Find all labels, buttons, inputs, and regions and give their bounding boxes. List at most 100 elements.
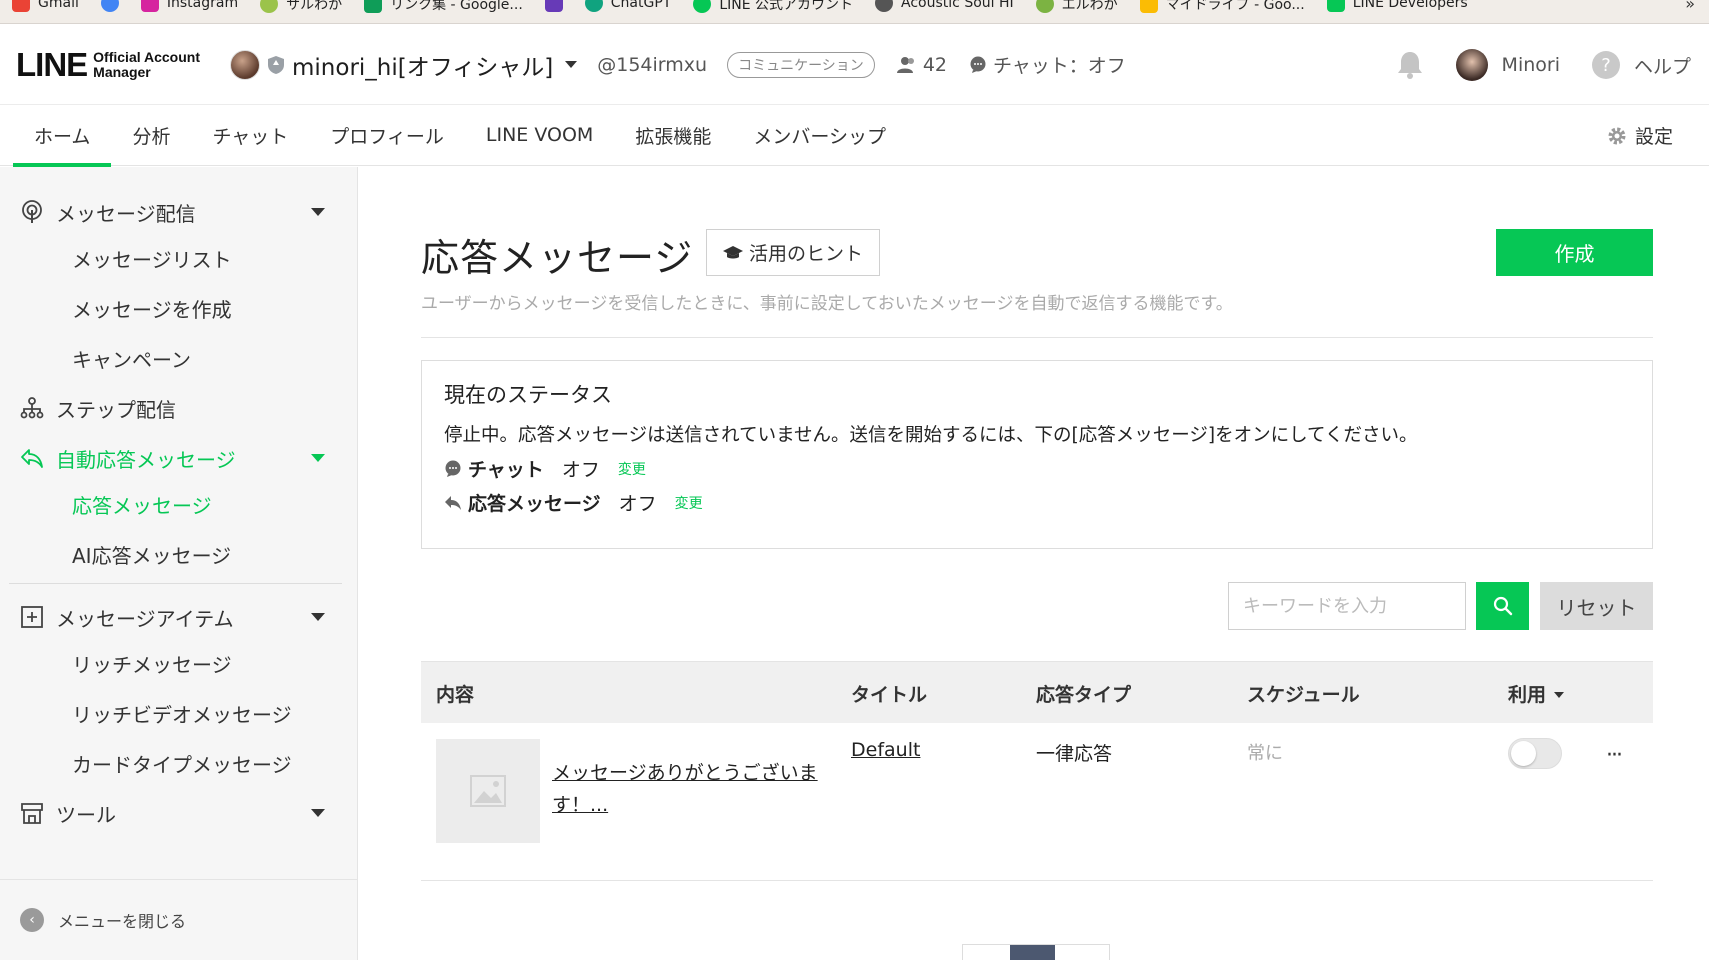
- chat-status: チャット：オフ: [969, 51, 1126, 78]
- hierarchy-icon: [20, 397, 44, 419]
- message-thumbnail[interactable]: [436, 739, 540, 843]
- schedule-value: 常に: [1247, 743, 1283, 764]
- bookmark-eruwaka[interactable]: エルわか: [1024, 0, 1128, 14]
- tab-membership[interactable]: メンバーシップ: [732, 105, 907, 166]
- sidebar-item-create-message[interactable]: メッセージを作成: [72, 283, 232, 333]
- tab-line-voom[interactable]: LINE VOOM: [465, 105, 614, 166]
- google-sites-icon: [364, 0, 383, 13]
- sidebar-item-ai-response[interactable]: AI応答メッセージ: [72, 529, 231, 579]
- app-header: LINE Official Account Manager minori_hi[オ…: [0, 25, 1709, 105]
- sidebar-item-message-list[interactable]: メッセージリスト: [72, 233, 232, 283]
- bell-icon[interactable]: [1396, 50, 1424, 80]
- response-table: 内容 タイトル 応答タイプ スケジュール 利用 メッセージありがとうございます！…: [421, 661, 1653, 881]
- help-icon[interactable]: ?: [1591, 51, 1620, 79]
- enable-toggle[interactable]: [1508, 738, 1562, 769]
- sidebar-item-rich-message[interactable]: リッチメッセージ: [72, 638, 232, 688]
- tab-chat[interactable]: チャット: [191, 105, 309, 166]
- tab-profile[interactable]: プロフィール: [309, 105, 465, 166]
- bookmark-line-oa[interactable]: LINE 公式アカウント: [681, 0, 863, 14]
- status-panel: 現在のステータス 停止中。応答メッセージは送信されていません。送信を開始するには…: [421, 360, 1653, 549]
- chat-bubble-icon: [970, 56, 986, 73]
- graduation-cap-icon: [722, 245, 743, 258]
- bookmark-gmail[interactable]: Gmail: [0, 0, 89, 12]
- search-input[interactable]: [1228, 582, 1466, 630]
- column-enabled[interactable]: 利用: [1508, 662, 1565, 724]
- line-icon: [693, 0, 712, 13]
- sidebar: メッセージ配信 メッセージリスト メッセージを作成 キャンペーン ステップ配信 …: [0, 167, 358, 960]
- chevron-down-icon: [565, 61, 578, 68]
- page-description: ユーザーからメッセージを受信したときに、事前に設定しておいたメッセージを自動で返…: [421, 294, 1233, 314]
- google-icon: [100, 0, 119, 12]
- account-id: @154irmxu: [597, 53, 708, 76]
- bookmarks-overflow-icon[interactable]: »: [1685, 0, 1695, 13]
- sidebar-item-tools[interactable]: ツール: [0, 788, 358, 838]
- users-icon: [896, 56, 914, 73]
- table-header: 内容 タイトル 応答タイプ スケジュール 利用: [421, 661, 1653, 723]
- change-response-link[interactable]: 変更: [675, 493, 703, 513]
- change-chat-link[interactable]: 変更: [618, 459, 646, 479]
- bookmark-saruwaka[interactable]: サルわか: [248, 0, 352, 14]
- instagram-icon: [140, 0, 159, 12]
- more-options-icon[interactable]: ···: [1606, 743, 1623, 768]
- page-title: 応答メッセージ: [421, 236, 694, 280]
- chevron-down-icon: [311, 613, 325, 621]
- tab-extensions[interactable]: 拡張機能: [614, 105, 732, 166]
- sidebar-item-rich-video[interactable]: リッチビデオメッセージ: [72, 688, 292, 738]
- user-avatar[interactable]: [1455, 49, 1488, 81]
- chat-bubble-icon: [445, 460, 461, 477]
- status-chat-value: オフ: [561, 459, 600, 481]
- chevron-down-icon: [311, 809, 325, 817]
- search-icon: [1493, 596, 1512, 616]
- column-title: タイトル: [851, 683, 928, 706]
- response-type: 一律応答: [1036, 743, 1113, 765]
- tab-home[interactable]: ホーム: [13, 105, 112, 167]
- sidebar-divider: [9, 583, 342, 584]
- main-content: 応答メッセージ 活用のヒント 作成 ユーザーからメッセージを受信したときに、事前…: [358, 167, 1709, 960]
- gmail-icon: [12, 0, 30, 12]
- column-response-type: 応答タイプ: [1036, 683, 1132, 706]
- tab-analytics[interactable]: 分析: [111, 105, 191, 166]
- chevron-down-icon: [311, 454, 325, 462]
- reset-button[interactable]: リセット: [1540, 582, 1653, 630]
- logo-subtitle: Official Account Manager: [93, 48, 200, 80]
- sidebar-item-message-delivery[interactable]: メッセージ配信: [0, 187, 358, 237]
- sidebar-item-message-items[interactable]: メッセージアイテム: [0, 592, 358, 642]
- close-menu-button[interactable]: ‹ メニューを閉じる: [0, 879, 357, 960]
- account-avatar: [230, 49, 260, 80]
- create-button[interactable]: 作成: [1496, 229, 1653, 276]
- image-placeholder-icon: [470, 775, 506, 807]
- search-button[interactable]: [1476, 582, 1529, 630]
- chevron-left-icon: ‹: [20, 908, 44, 932]
- status-title: 現在のステータス: [444, 383, 612, 407]
- status-chat-label: チャット: [468, 459, 544, 481]
- bookmark-chatgpt[interactable]: ChatGPT: [573, 0, 682, 12]
- plan-badge: コミュニケーション: [727, 51, 875, 78]
- bookmark-link-list[interactable]: リンク集 - Google...: [352, 0, 533, 14]
- help-link[interactable]: ヘルプ: [1634, 52, 1691, 79]
- current-page-indicator[interactable]: [1010, 945, 1055, 960]
- status-response-value: オフ: [618, 493, 657, 515]
- bookmark-forms[interactable]: [533, 0, 573, 12]
- friend-count: 42: [896, 54, 947, 76]
- bookmark-google[interactable]: [89, 0, 129, 12]
- sidebar-item-response-message[interactable]: 応答メッセージ: [72, 479, 212, 529]
- divider: [421, 337, 1653, 338]
- add-box-icon: [21, 606, 43, 628]
- bookmark-my-drive[interactable]: マイドライブ - Goo...: [1128, 0, 1315, 14]
- message-content-link[interactable]: メッセージありがとうございます！...: [552, 757, 832, 821]
- settings-link[interactable]: 設定: [1607, 105, 1673, 166]
- message-title-link[interactable]: Default: [851, 739, 920, 761]
- sidebar-item-card-type[interactable]: カードタイプメッセージ: [72, 738, 292, 788]
- user-name[interactable]: Minori: [1502, 54, 1560, 76]
- bookmark-acoustic-soul[interactable]: Acoustic Soul HI: [863, 0, 1024, 12]
- sidebar-item-auto-reply[interactable]: 自動応答メッセージ: [0, 433, 358, 483]
- hint-button[interactable]: 活用のヒント: [706, 229, 880, 276]
- chevron-down-icon: [311, 208, 325, 216]
- bookmark-instagram[interactable]: Instagram: [129, 0, 248, 12]
- bookmark-line-developers[interactable]: LINE Developers: [1315, 0, 1478, 12]
- account-name: minori_hi[オフィシャル]: [292, 54, 554, 81]
- sidebar-item-campaign[interactable]: キャンペーン: [72, 333, 191, 383]
- sidebar-item-step-delivery[interactable]: ステップ配信: [0, 383, 358, 433]
- account-switcher[interactable]: minori_hi[オフィシャル]: [230, 48, 578, 82]
- line-oam-logo[interactable]: LINE Official Account Manager: [16, 46, 200, 84]
